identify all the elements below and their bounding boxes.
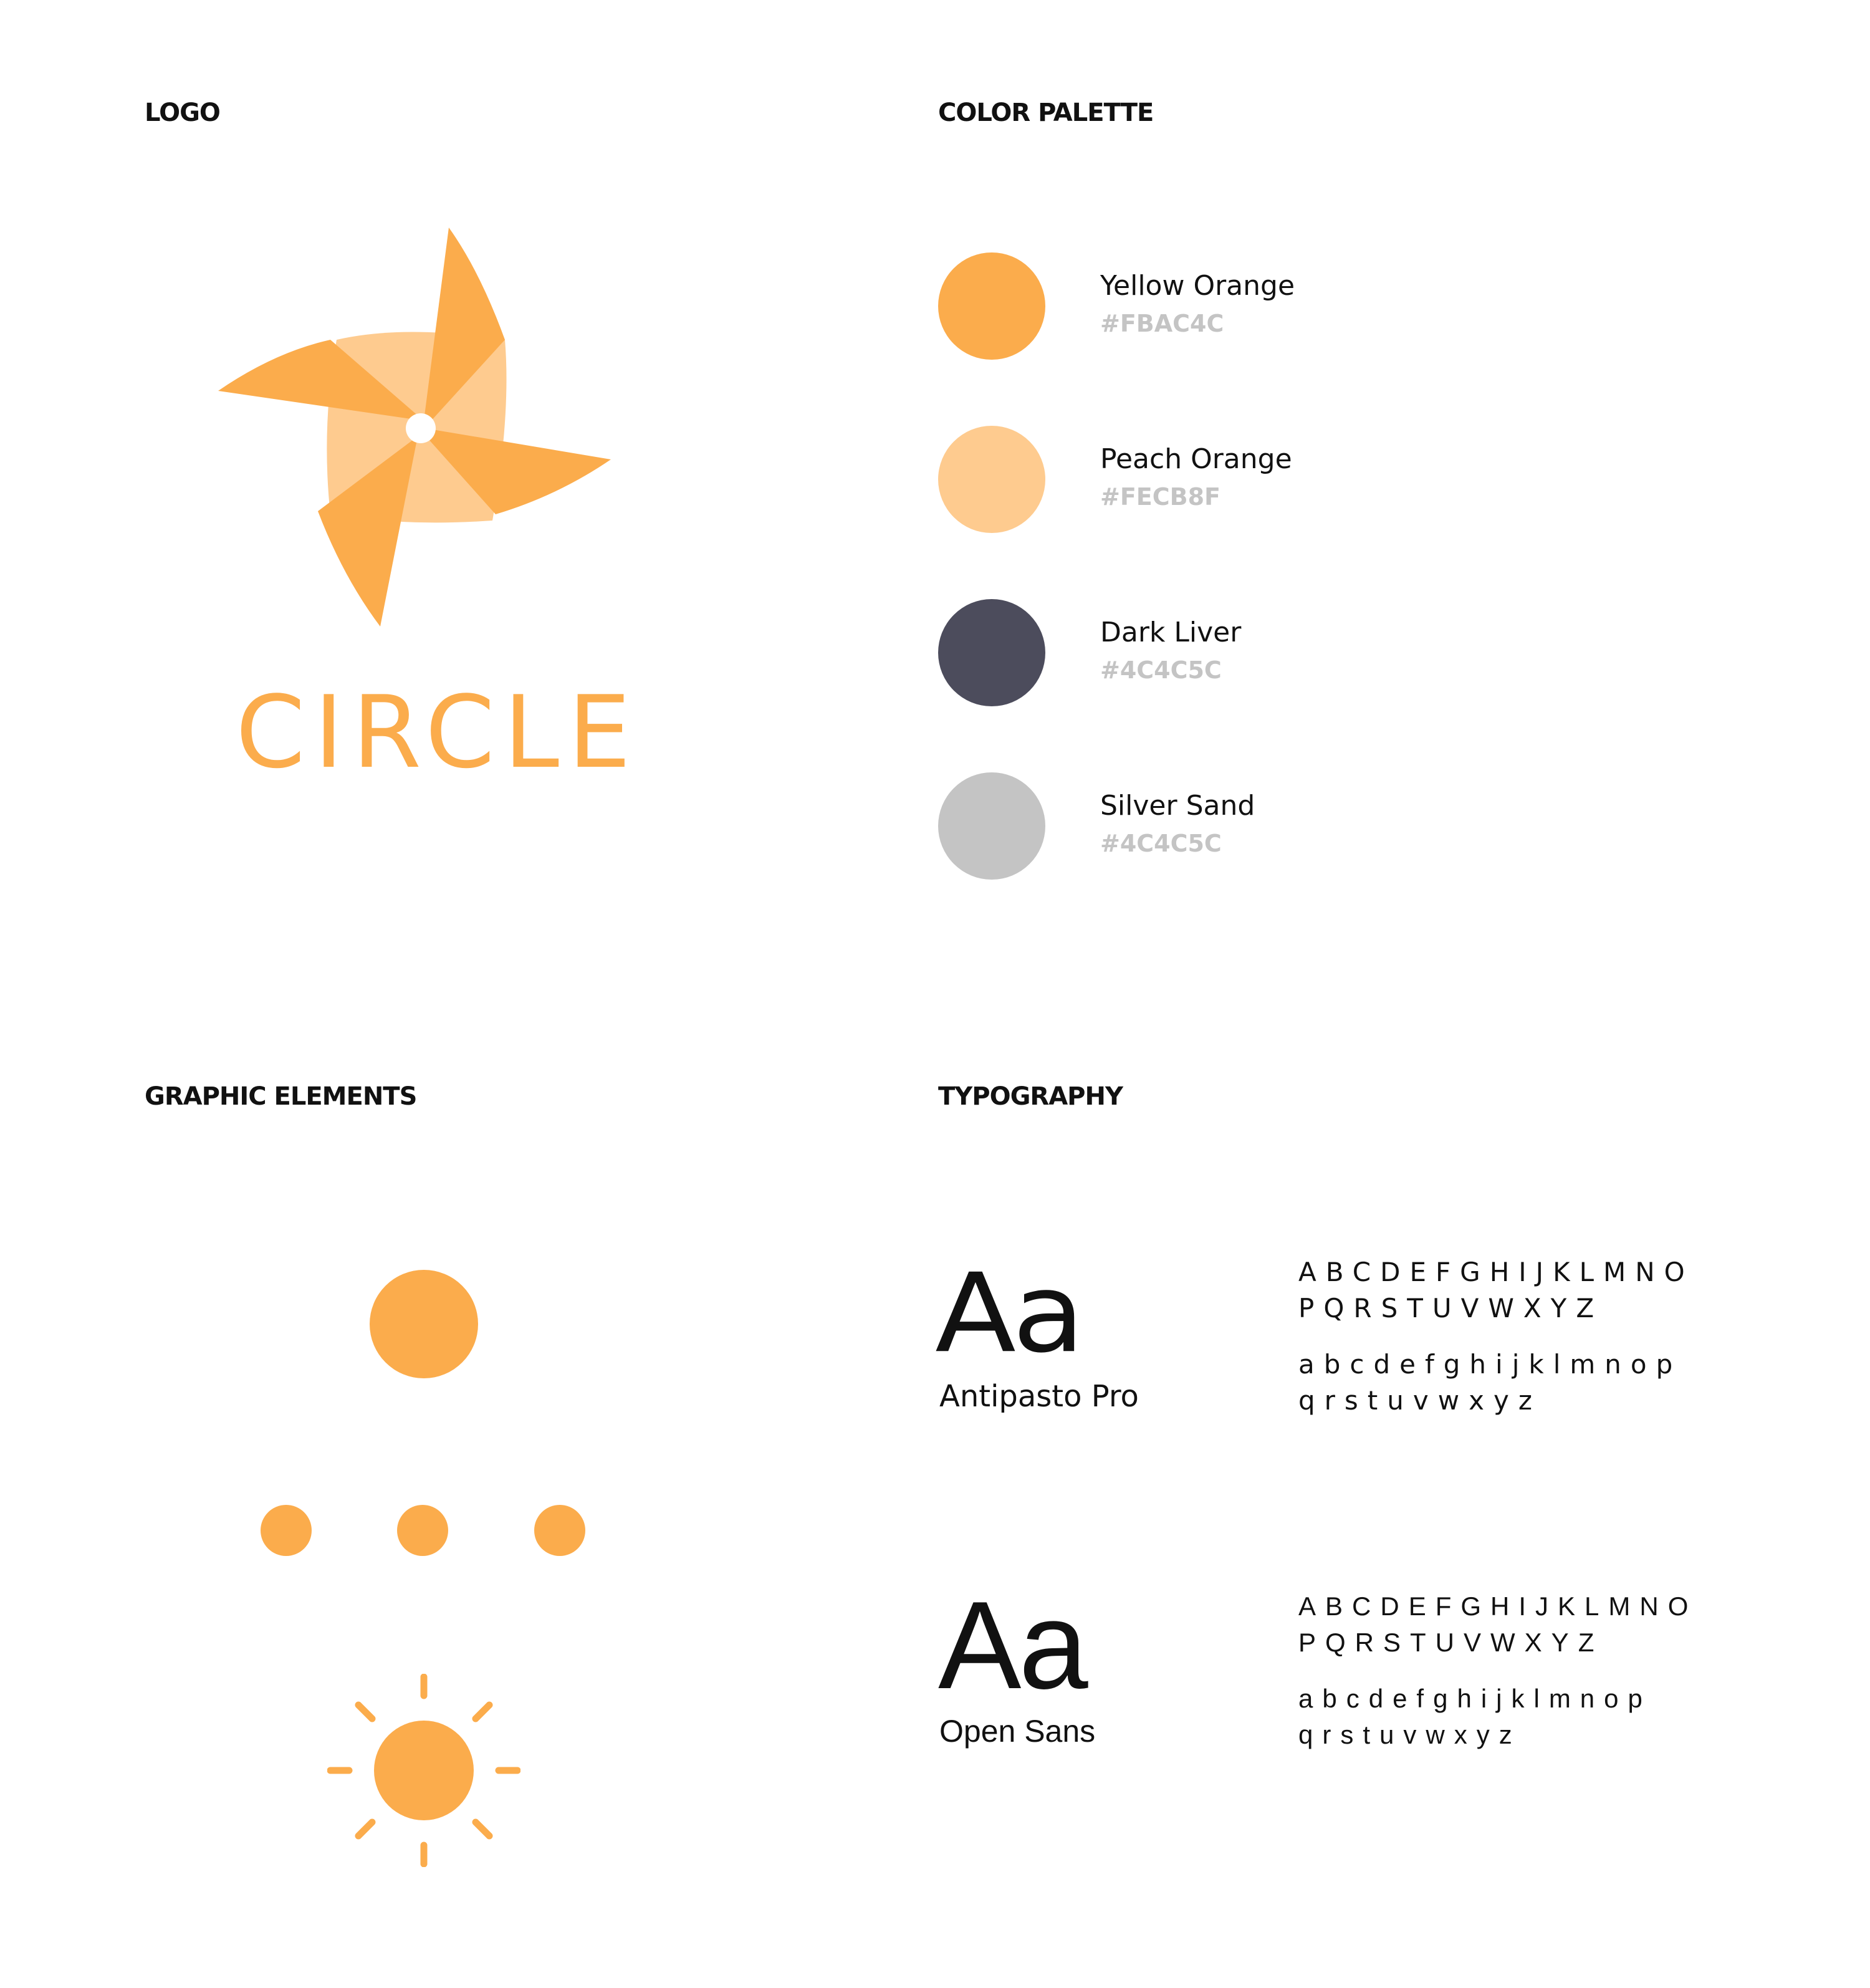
color-name: Peach Orange [1100,443,1292,475]
alphabet-upper-1: ABCDEFGHIJKLMNO [1298,1592,1698,1621]
typography-section-title: TYPOGRAPHY [938,1082,1123,1111]
alphabet-upper-2: PQRSTUVWXYZ [1298,1293,1604,1323]
color-swatch [938,426,1045,533]
logo-wordmark: CIRCLE [236,674,640,790]
alphabet-lower-1: abcdefghijklmnop [1298,1684,1652,1713]
color-swatch [938,252,1045,360]
font-sample-open-sans: Aa [938,1576,1088,1715]
palette-item-silver-sand: Silver Sand #4C4C5C [938,772,1437,885]
alphabet-upper-1: ABCDEFGHIJKLMNO [1298,1257,1694,1287]
color-hex: #FECB8F [1100,483,1221,511]
palette-item-yellow-orange: Yellow Orange #FBAC4C [938,252,1437,365]
font-name-open-sans: Open Sans [939,1714,1096,1749]
color-swatch [938,772,1045,880]
color-palette-section-title: COLOR PALETTE [938,98,1154,127]
color-hex: #4C4C5C [1100,830,1222,857]
font-name-antipasto: Antipasto Pro [939,1379,1139,1414]
large-circle-icon [370,1270,478,1378]
color-hex: #FBAC4C [1100,310,1224,337]
palette-item-peach-orange: Peach Orange #FECB8F [938,426,1437,538]
logo-section-title: LOGO [145,98,221,127]
pinwheel-icon [218,228,611,627]
color-name: Dark Liver [1100,617,1242,648]
color-swatch [938,599,1045,706]
palette-item-dark-liver: Dark Liver #4C4C5C [938,599,1437,711]
alphabet-lower-2: qrstuvwxyz [1298,1385,1542,1416]
dot-icon [261,1505,312,1556]
dot-icon [397,1505,448,1556]
color-name: Yellow Orange [1100,270,1295,302]
dot-icon [534,1505,585,1556]
graphic-elements-section-title: GRAPHIC ELEMENTS [145,1082,417,1111]
alphabet-lower-2: qrstuvwxyz [1298,1720,1522,1749]
font-sample-antipasto: Aa [935,1250,1085,1377]
alphabet-upper-2: PQRSTUVWXYZ [1298,1628,1604,1657]
color-name: Silver Sand [1100,790,1255,822]
alphabet-lower-1: abcdefghijklmnop [1298,1349,1682,1380]
color-hex: #4C4C5C [1100,656,1222,684]
sun-icon [327,1674,520,1867]
